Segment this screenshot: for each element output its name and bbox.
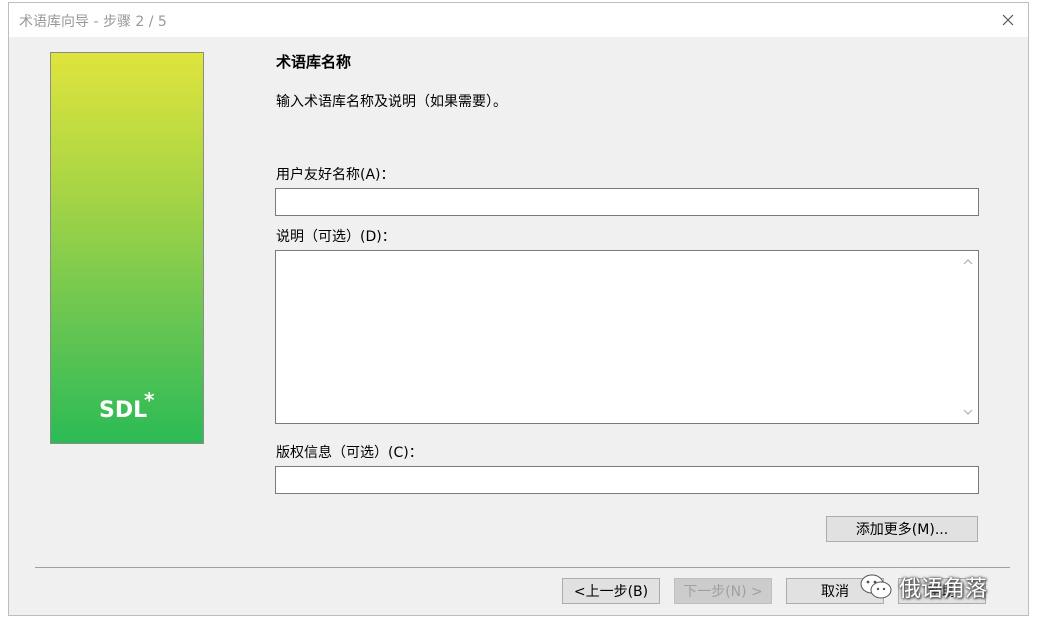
description-textarea-container [275,250,979,424]
close-icon [1002,14,1014,26]
friendly-name-label: 用户友好名称(A)： [276,167,395,183]
page-description: 输入术语库名称及说明（如果需要）。 [276,94,507,110]
back-button[interactable]: <上一步(B) [562,578,660,604]
wizard-banner: SDL * [50,52,204,444]
add-more-button[interactable]: 添加更多(M)... [826,516,978,542]
wechat-icon [860,574,892,599]
description-label: 说明（可选）(D)： [276,229,396,245]
window-title: 术语库向导 - 步骤 2 / 5 [19,14,167,30]
description-textarea[interactable] [276,251,958,423]
copyright-label: 版权信息（可选）(C)： [276,445,423,461]
chevron-down-icon [963,409,973,415]
friendly-name-input[interactable] [275,188,979,216]
scroll-up-arrow[interactable] [958,253,978,271]
watermark-text: 俄语角落 [899,577,988,602]
copyright-input[interactable] [275,466,979,494]
title-bar: 术语库向导 - 步骤 2 / 5 [9,3,1028,37]
wizard-dialog: 术语库向导 - 步骤 2 / 5 SDL * 术语库名称 输入术语库名称及说明（… [8,2,1029,616]
close-button[interactable] [988,3,1028,37]
footer-divider [35,567,1010,568]
watermark: 俄语角落 [859,571,987,603]
chevron-up-icon [963,259,973,265]
svg-text:*: * [144,391,155,412]
svg-text:SDL: SDL [99,398,147,423]
description-scrollbar[interactable] [958,251,978,423]
scroll-down-arrow[interactable] [958,403,978,421]
page-heading: 术语库名称 [276,53,352,71]
sdl-logo: SDL * [99,388,161,429]
next-button[interactable]: 下一步(N) > [674,578,772,604]
